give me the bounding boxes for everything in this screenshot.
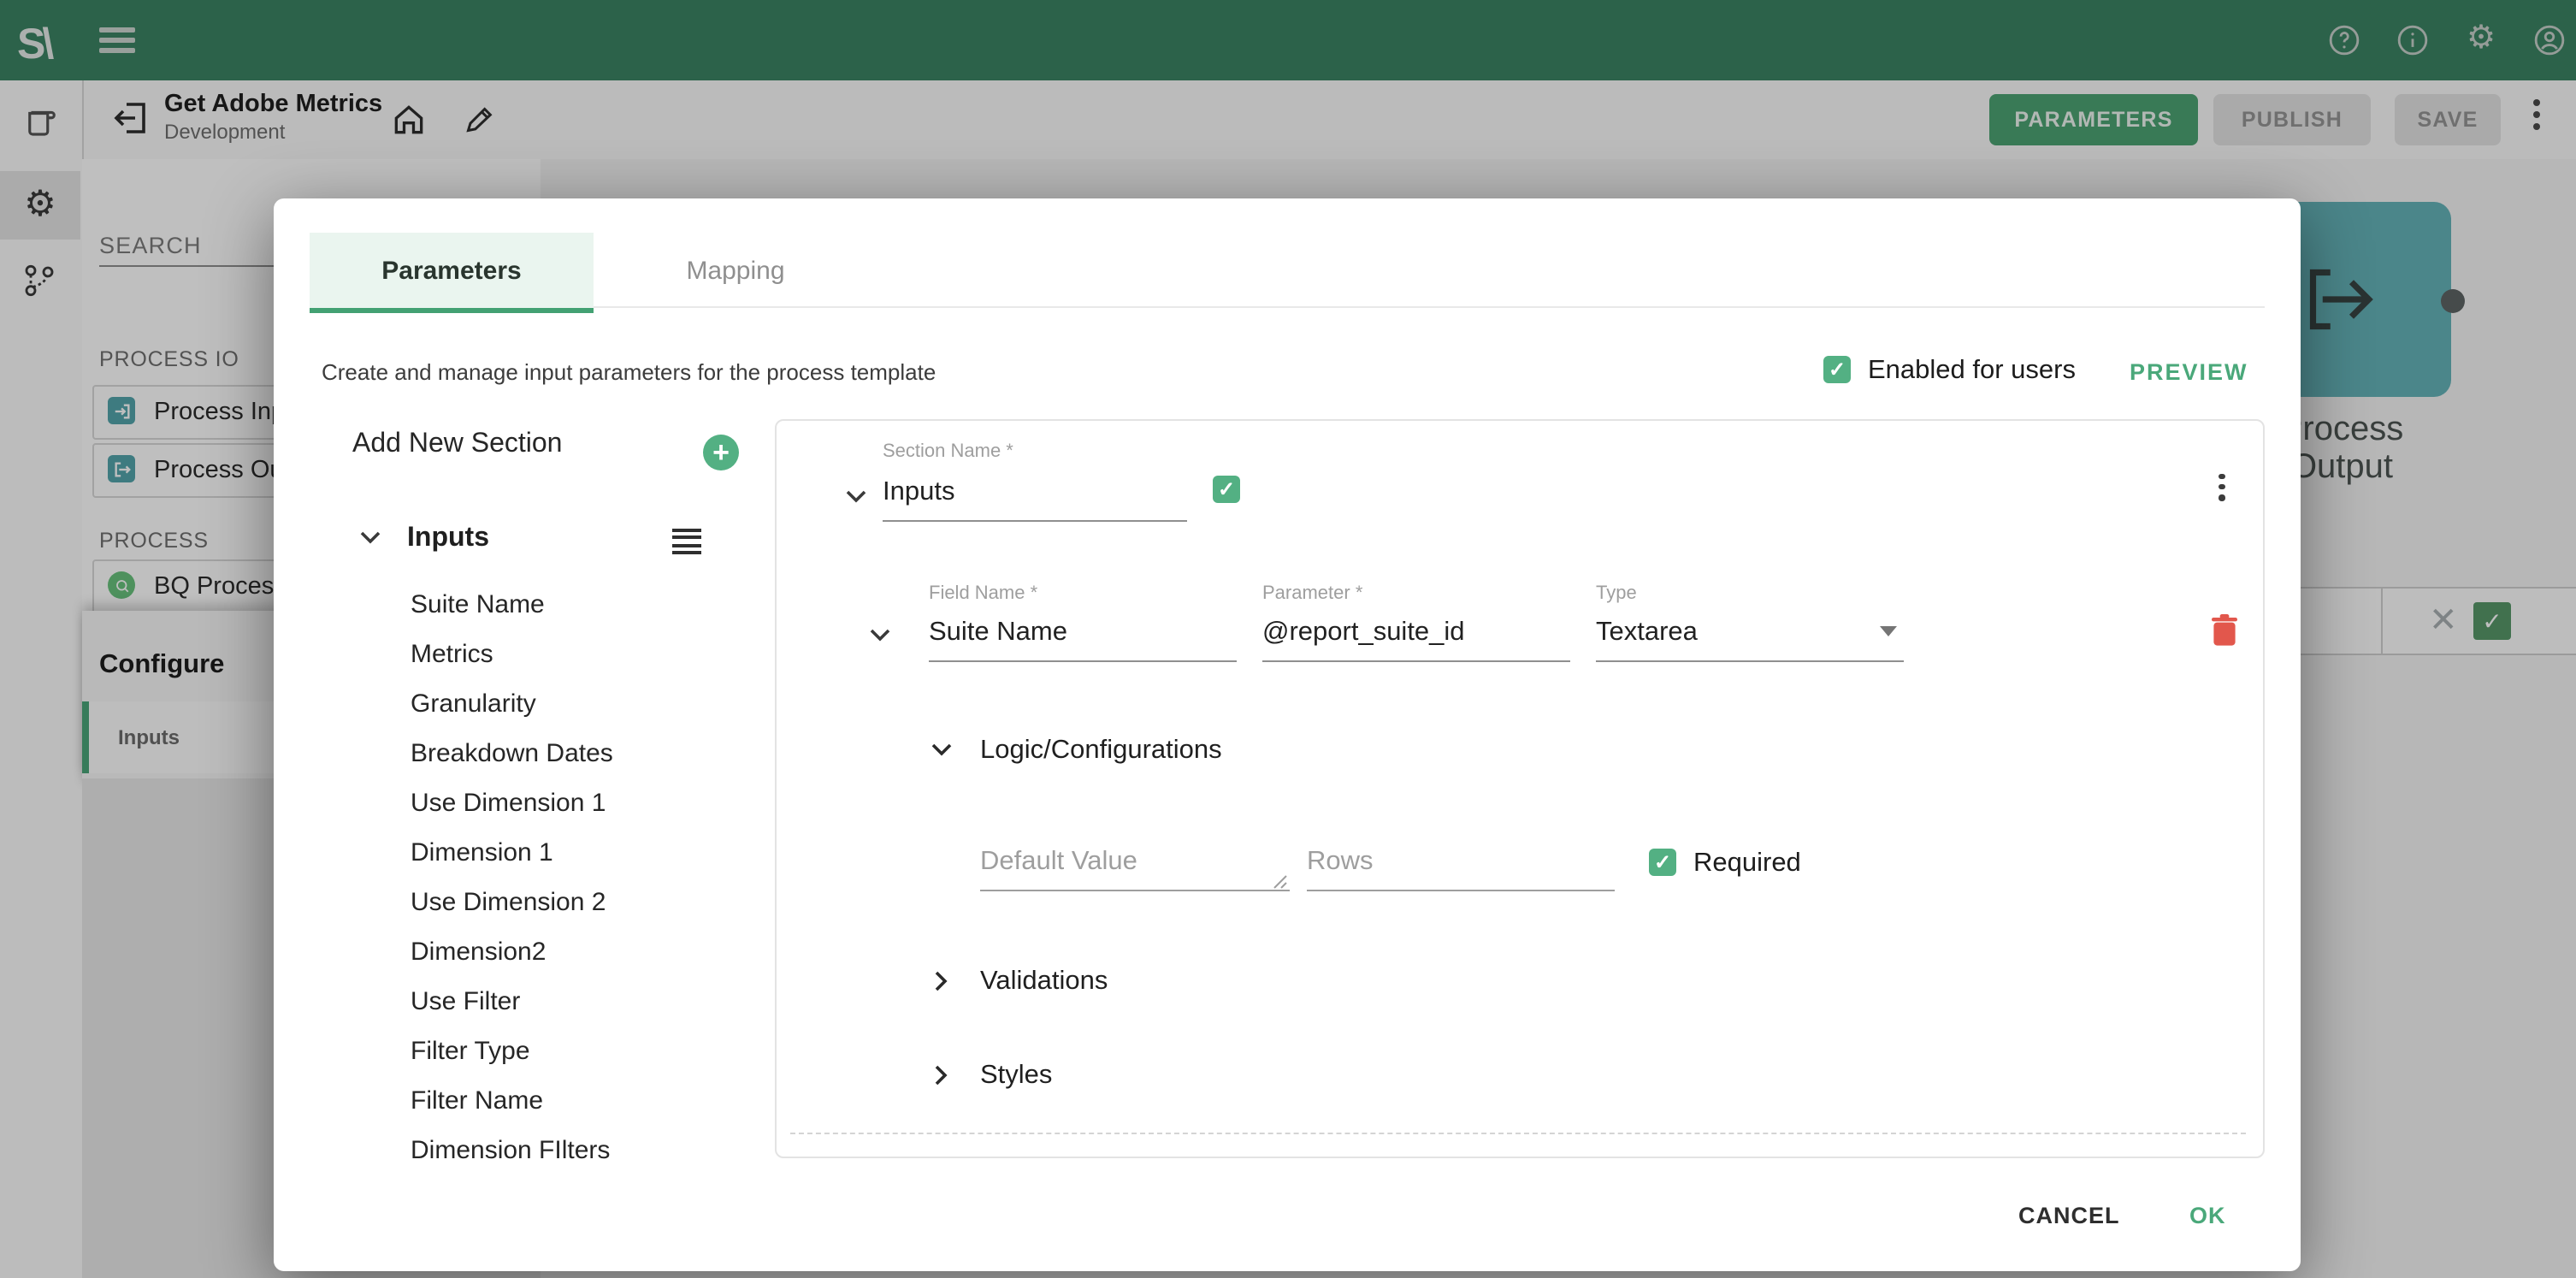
tree-field-item[interactable]: Metrics — [411, 640, 493, 669]
default-value-textarea[interactable]: Default Value — [980, 847, 1137, 878]
parameters-dialog: Parameters Mapping Create and manage inp… — [274, 198, 2301, 1271]
tree-field-item[interactable]: Dimension 1 — [411, 838, 553, 867]
textarea-resize-handle-icon[interactable] — [1273, 874, 1288, 890]
field-name-label: Field Name * — [929, 583, 1037, 604]
ok-button[interactable]: OK — [2189, 1203, 2226, 1228]
tab-mapping[interactable]: Mapping — [594, 233, 877, 308]
tab-parameters[interactable]: Parameters — [310, 233, 594, 313]
app-window: S\ ⚙ Get Adobe Metrics Development PARAM… — [0, 0, 2576, 1278]
tree-field-item[interactable]: Use Filter — [411, 987, 520, 1016]
type-label: Type — [1596, 583, 1637, 604]
rows-underline — [1307, 890, 1615, 891]
section-tree-name[interactable]: Inputs — [407, 524, 489, 554]
panel-bottom-dashed-divider — [790, 1133, 2246, 1134]
rows-input[interactable]: Rows — [1307, 847, 1374, 878]
required-label: Required — [1693, 849, 1801, 879]
required-checkbox[interactable]: ✓ — [1649, 849, 1676, 876]
section-chevron-icon[interactable] — [845, 489, 867, 505]
parameter-underline — [1262, 660, 1570, 662]
default-value-underline — [980, 890, 1290, 891]
section-name-input[interactable]: Inputs — [883, 477, 954, 508]
add-section-plus-icon[interactable]: + — [703, 435, 739, 470]
styles-chevron-icon[interactable] — [934, 1064, 949, 1086]
delete-field-trash-icon[interactable] — [2212, 614, 2237, 647]
field-name-input[interactable]: Suite Name — [929, 618, 1067, 648]
tree-field-item[interactable]: Use Dimension 2 — [411, 888, 606, 917]
field-chevron-icon[interactable] — [869, 628, 891, 643]
section-collapse-chevron-icon[interactable] — [359, 530, 381, 546]
cancel-button[interactable]: CANCEL — [2018, 1203, 2120, 1228]
preview-button[interactable]: PREVIEW — [2130, 359, 2248, 385]
add-new-section-label: Add New Section — [352, 429, 562, 460]
type-dropdown-caret-icon[interactable] — [1880, 626, 1897, 636]
tree-field-item[interactable]: Dimension FIlters — [411, 1136, 610, 1165]
logic-chevron-icon[interactable] — [931, 743, 953, 758]
section-editor-panel: Section Name * Inputs ✓ Field Name * Sui… — [775, 419, 2265, 1158]
logic-configurations-label[interactable]: Logic/Configurations — [980, 736, 1222, 766]
parameter-label: Parameter * — [1262, 583, 1362, 604]
enabled-for-users-label: Enabled for users — [1868, 356, 2076, 387]
tree-field-item[interactable]: Granularity — [411, 689, 536, 719]
tree-field-item[interactable]: Breakdown Dates — [411, 739, 613, 768]
parameter-input[interactable]: @report_suite_id — [1262, 618, 1465, 648]
styles-label[interactable]: Styles — [980, 1061, 1052, 1092]
enabled-for-users-checkbox[interactable]: ✓ — [1823, 356, 1851, 383]
tree-field-item[interactable]: Dimension2 — [411, 938, 546, 967]
section-menu-icon[interactable] — [672, 529, 701, 559]
field-name-underline — [929, 660, 1237, 662]
tree-field-item[interactable]: Filter Name — [411, 1086, 543, 1115]
tree-field-item[interactable]: Use Dimension 1 — [411, 789, 606, 818]
section-name-underline — [883, 520, 1187, 522]
validations-label[interactable]: Validations — [980, 967, 1108, 997]
section-name-label: Section Name * — [883, 441, 1013, 462]
display-section-name-checkbox[interactable]: ✓ — [1213, 476, 1240, 503]
tree-field-item[interactable]: Filter Type — [411, 1037, 530, 1066]
type-select[interactable]: Textarea — [1596, 618, 1698, 648]
section-more-options-icon[interactable] — [2219, 469, 2224, 505]
type-underline — [1596, 660, 1904, 662]
dialog-description: Create and manage input parameters for t… — [322, 359, 936, 385]
validations-chevron-icon[interactable] — [934, 970, 949, 992]
tree-field-item[interactable]: Suite Name — [411, 590, 545, 619]
